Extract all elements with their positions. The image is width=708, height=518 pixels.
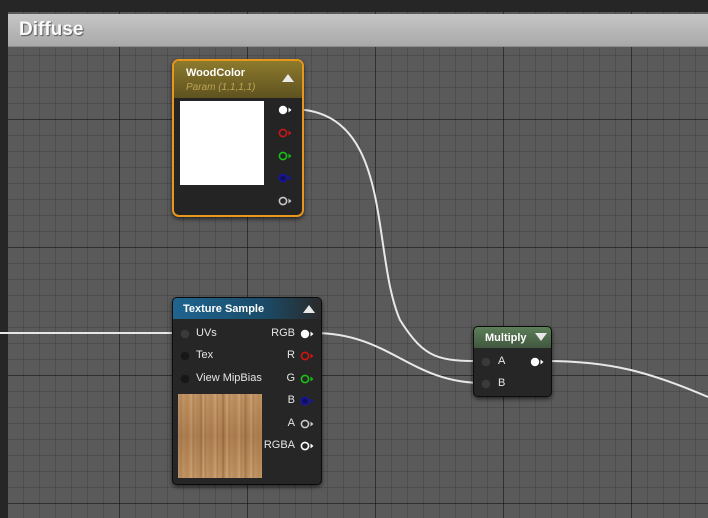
- input-pin-b[interactable]: [481, 379, 491, 389]
- input-label-b: B: [498, 377, 506, 389]
- input-pin-uvs[interactable]: [180, 329, 190, 339]
- collapse-arrow-icon[interactable]: [282, 74, 294, 82]
- output-label-rgba: RGBA: [263, 439, 295, 451]
- woodcolor-node-header[interactable]: WoodColor Param (1,1,1,1): [174, 61, 302, 98]
- output-pin-result[interactable]: [530, 357, 544, 367]
- output-label-g: G: [286, 372, 295, 384]
- output-pin-r[interactable]: [300, 351, 314, 361]
- output-pin-r[interactable]: [278, 128, 292, 138]
- multiply-node-title: Multiply: [485, 332, 527, 344]
- wood-texture-preview: [178, 394, 262, 478]
- multiply-node-header[interactable]: Multiply: [474, 327, 551, 348]
- input-label-view-mipbias: View MipBias: [196, 372, 262, 384]
- texture-sample-node-title: Texture Sample: [183, 303, 265, 315]
- output-pin-g[interactable]: [300, 374, 314, 384]
- output-pin-rgb[interactable]: [300, 329, 314, 339]
- output-label-b: B: [287, 394, 295, 406]
- output-label-rgb: RGB: [271, 327, 295, 339]
- input-pin-tex[interactable]: [180, 351, 190, 361]
- collapse-arrow-icon[interactable]: [535, 333, 547, 341]
- multiply-node[interactable]: Multiply A B: [473, 326, 552, 397]
- collapse-arrow-icon[interactable]: [303, 305, 315, 313]
- output-pin-a[interactable]: [300, 419, 314, 429]
- input-pin-view-mipbias[interactable]: [180, 374, 190, 384]
- input-label-a: A: [498, 355, 506, 367]
- woodcolor-node[interactable]: WoodColor Param (1,1,1,1): [172, 59, 304, 217]
- texture-sample-node-header[interactable]: Texture Sample: [173, 298, 321, 319]
- output-label-r: R: [287, 349, 295, 361]
- output-pin-b[interactable]: [300, 396, 314, 406]
- output-label-a: A: [287, 417, 295, 429]
- wire-multiply-output: [544, 360, 708, 398]
- woodcolor-node-subtitle: Param (1,1,1,1): [186, 82, 256, 93]
- output-pin-rgba[interactable]: [278, 105, 292, 115]
- connection-wires: [0, 108, 708, 398]
- output-pin-rgba[interactable]: [300, 441, 314, 451]
- input-label-tex: Tex: [196, 349, 214, 361]
- wire-texture-rgb-to-multiply-b: [313, 332, 484, 384]
- output-pin-a[interactable]: [278, 196, 292, 206]
- output-pin-g[interactable]: [278, 151, 292, 161]
- input-pin-a[interactable]: [481, 357, 491, 367]
- woodcolor-node-title: WoodColor: [186, 67, 246, 79]
- woodcolor-preview-swatch: [180, 101, 264, 185]
- texture-sample-node[interactable]: Texture Sample UVs Tex View MipBias RGB …: [172, 297, 322, 485]
- output-pin-b[interactable]: [278, 173, 292, 183]
- input-label-uvs: UVs: [196, 327, 217, 339]
